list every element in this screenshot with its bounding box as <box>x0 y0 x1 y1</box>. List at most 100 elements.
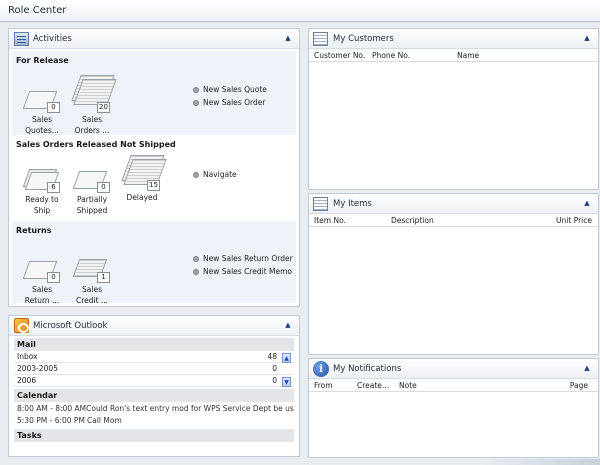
cue-label: Sales <box>82 115 102 124</box>
bullet-icon <box>193 255 199 262</box>
cue-label: Orders ... <box>74 126 110 135</box>
bullet-icon <box>193 86 199 93</box>
column-header[interactable]: From <box>314 381 333 390</box>
document-stack-icon: 0 <box>20 253 64 283</box>
cue-label: Return ... <box>24 296 60 305</box>
cue-count: 0 <box>47 272 60 283</box>
section-title: For Release <box>16 56 69 65</box>
action-new-sales-credit-memo[interactable]: New Sales Credit Memo <box>193 267 292 276</box>
column-header-row: Customer No. Phone No. Name <box>309 49 598 62</box>
cue-label: Partially <box>76 195 108 204</box>
cue-ready-to-ship[interactable]: 6 Ready to Ship <box>18 163 66 215</box>
calendar-entry[interactable]: 8:00 AM - 8:00 AM Could Ron's text entry… <box>14 402 294 414</box>
calendar-time: 5:30 PM - 6:00 PM <box>17 415 85 425</box>
folder-name: Inbox <box>17 352 38 361</box>
cue-label: Ready to <box>25 195 59 204</box>
action-label: New Sales Return Order <box>203 254 293 263</box>
activities-body: For Release 0 Sales Quotes... 20 Sales O… <box>12 51 296 305</box>
column-header[interactable]: Item No. <box>314 216 346 225</box>
action-navigate[interactable]: Navigate <box>193 170 237 179</box>
section-returns: Returns 0 Sales Return ... 1 Sales Credi… <box>12 221 296 305</box>
column-header[interactable]: Description <box>391 216 434 225</box>
column-header[interactable]: Create... <box>357 381 389 390</box>
action-new-sales-order[interactable]: New Sales Order <box>193 98 265 107</box>
folder-name: 2006 <box>17 376 37 385</box>
section-released-not-shipped: Sales Orders Released Not Shipped 6 Read… <box>12 135 296 221</box>
column-header[interactable]: Unit Price <box>556 216 592 225</box>
outlook-title: Microsoft Outlook <box>33 321 108 331</box>
cue-count: 0 <box>97 182 110 193</box>
status-bar-grip <box>480 459 600 465</box>
column-header[interactable]: Customer No. <box>314 51 365 60</box>
cue-count: 1 <box>97 272 110 283</box>
chevron-up-icon[interactable]: ▲ <box>582 363 592 373</box>
action-label: New Sales Order <box>203 98 266 107</box>
folder-count: 0 <box>272 364 277 373</box>
mail-folder-row[interactable]: 2003-2005 0 <box>14 363 294 375</box>
my-notifications-header: i My Notifications ▲ <box>309 359 598 379</box>
calendar-entry[interactable]: 5:30 PM - 6:00 PM Call Mom <box>14 414 294 426</box>
outlook-body: Mail Inbox 48 2003-2005 0 2006 0 ▲ ▼ Cal… <box>14 338 294 454</box>
document-stack-icon: 1 <box>70 253 114 283</box>
cue-partially-shipped[interactable]: 0 Partially Shipped <box>68 163 116 215</box>
tasks-header: Tasks <box>14 429 294 442</box>
cue-label: Sales <box>32 115 52 124</box>
bullet-icon <box>193 268 199 275</box>
chevron-up-icon[interactable]: ▲ <box>582 198 592 208</box>
scroll-down-icon[interactable]: ▼ <box>282 377 291 387</box>
column-header[interactable]: Name <box>457 51 479 60</box>
cue-label: Quotes... <box>25 126 59 135</box>
my-items-header: My Items ▲ <box>309 194 598 214</box>
chevron-up-icon[interactable]: ▲ <box>582 33 592 43</box>
mail-folder-row[interactable]: Inbox 48 <box>14 351 294 363</box>
column-header-row: Item No. Description Unit Price <box>309 214 598 227</box>
my-notifications-part: i My Notifications ▲ From Create... Note… <box>308 358 599 458</box>
mail-header: Mail <box>14 338 294 351</box>
window-titlebar: Role Center <box>0 0 600 22</box>
action-new-sales-quote[interactable]: New Sales Quote <box>193 85 267 94</box>
column-header-row: From Create... Note Page <box>309 379 598 392</box>
action-new-sales-return-order[interactable]: New Sales Return Order <box>193 254 293 263</box>
calendar-header: Calendar <box>14 389 294 402</box>
my-items-part: My Items ▲ Item No. Description Unit Pri… <box>308 193 599 355</box>
calendar-time: 8:00 AM - 8:00 AM <box>17 403 87 413</box>
mail-folder-row[interactable]: 2006 0 <box>14 375 294 387</box>
window-title: Role Center <box>8 5 67 16</box>
outlook-icon <box>14 318 29 333</box>
column-header[interactable]: Page <box>570 381 588 390</box>
folder-name: 2003-2005 <box>17 364 58 373</box>
document-stack-icon: 0 <box>70 163 114 193</box>
section-for-release: For Release 0 Sales Quotes... 20 Sales O… <box>12 51 296 135</box>
cue-label: Shipped <box>76 206 108 215</box>
cue-sales-return[interactable]: 0 Sales Return ... <box>18 253 66 305</box>
my-customers-header: My Customers ▲ <box>309 29 598 49</box>
column-header[interactable]: Phone No. <box>372 51 410 60</box>
bullet-icon <box>193 171 199 178</box>
cue-sales-quotes[interactable]: 0 Sales Quotes... <box>18 83 66 135</box>
scroll-up-icon[interactable]: ▲ <box>282 353 291 363</box>
cue-count: 6 <box>47 182 60 193</box>
section-title: Sales Orders Released Not Shipped <box>16 140 176 149</box>
section-title: Returns <box>16 226 52 235</box>
outlook-part: Microsoft Outlook ▲ Mail Inbox 48 2003-2… <box>8 315 300 457</box>
bullet-icon <box>193 99 199 106</box>
my-customers-title: My Customers <box>333 34 394 44</box>
cue-count: 20 <box>97 102 110 113</box>
cue-count: 15 <box>147 180 160 191</box>
my-items-title: My Items <box>333 199 372 209</box>
cue-sales-credit[interactable]: 1 Sales Credit ... <box>68 253 116 305</box>
info-icon: i <box>313 361 329 377</box>
action-label: Navigate <box>203 170 237 179</box>
outlook-header: Microsoft Outlook ▲ <box>9 316 299 336</box>
activities-part: Activities ▲ For Release 0 Sales Quotes.… <box>8 28 300 307</box>
chevron-up-icon[interactable]: ▲ <box>283 320 293 330</box>
document-stack-icon: 20 <box>70 71 117 113</box>
calendar-subject: Call Mom <box>87 415 122 425</box>
column-header[interactable]: Note <box>399 381 417 390</box>
cue-sales-orders[interactable]: 20 Sales Orders ... <box>68 71 117 135</box>
calendar-subject: Could Ron's text entry mod for WPS Servi… <box>86 403 294 413</box>
action-label: New Sales Credit Memo <box>203 267 293 276</box>
cue-delayed[interactable]: 15 Delayed <box>118 153 167 202</box>
chevron-up-icon[interactable]: ▲ <box>283 33 293 43</box>
activities-header: Activities ▲ <box>9 29 299 49</box>
